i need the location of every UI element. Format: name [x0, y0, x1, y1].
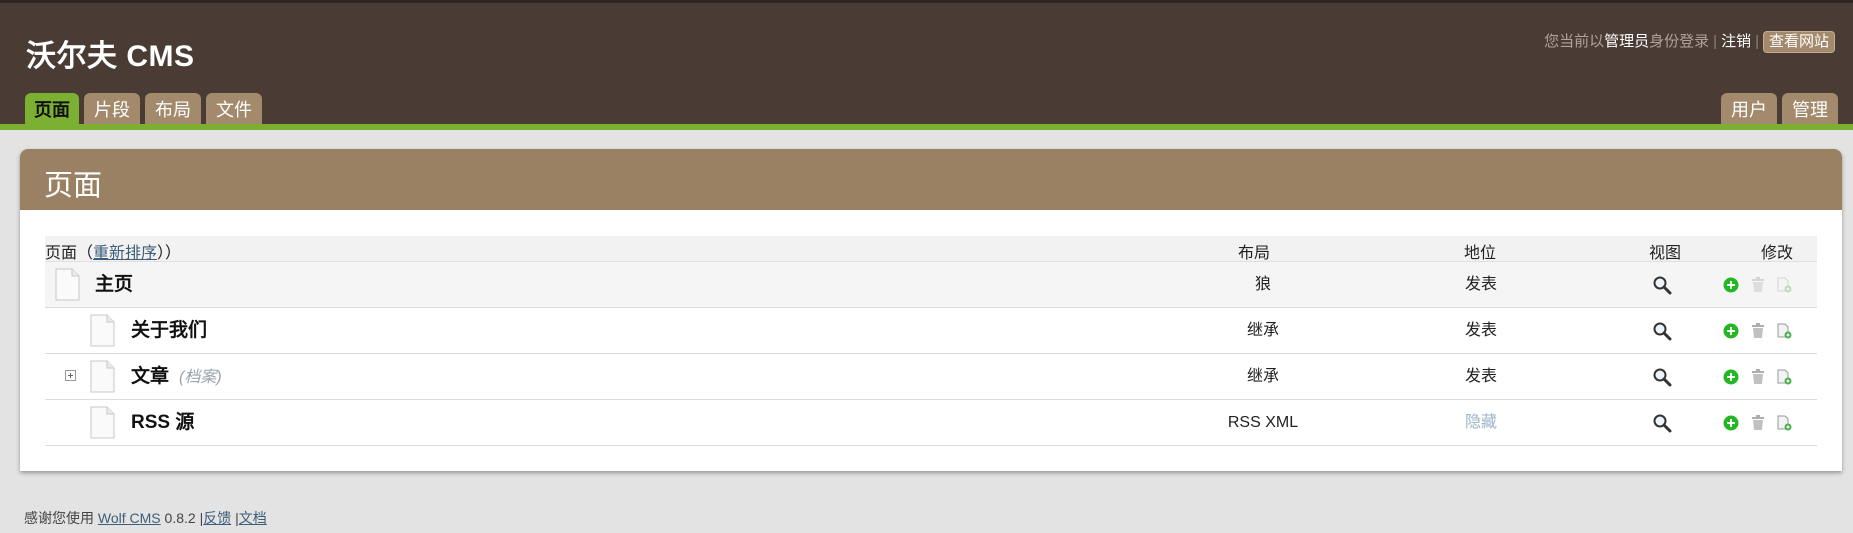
column-view: 视图 [1649, 245, 1682, 262]
logout-link[interactable]: 注销 [1721, 33, 1751, 50]
delete-icon[interactable] [1751, 323, 1767, 339]
wolf-cms-link[interactable]: Wolf CMS [98, 510, 161, 526]
expand-icon[interactable] [65, 370, 76, 381]
column-layout: 布局 [1238, 245, 1271, 262]
docs-link[interactable]: 文档 [239, 510, 267, 526]
login-prefix: 您当前以 [1544, 33, 1605, 50]
footer: 感谢您使用 Wolf CMS 0.8.2 |反馈 |文档 [24, 510, 267, 526]
copy-page-icon[interactable] [1776, 369, 1792, 385]
tab-layouts[interactable]: 布局 [145, 93, 201, 127]
column-status: 地位 [1464, 245, 1497, 262]
page-layout: RSS XML [1227, 414, 1299, 431]
add-child-icon[interactable] [1723, 415, 1739, 431]
view-site-button[interactable]: 查看网站 [1762, 31, 1835, 53]
page-name-link[interactable]: 主页 [95, 274, 133, 295]
tab-files[interactable]: 文件 [206, 93, 262, 127]
header-accent-bar [0, 124, 1853, 130]
delete-icon[interactable] [1751, 369, 1767, 385]
table-header: 页面（重新排序）） 布局 地位 视图 修改 [45, 236, 1817, 262]
table-row: RSS 源 RSS XML 隐藏 [45, 400, 1817, 446]
magnifier-icon[interactable] [1652, 367, 1672, 387]
pages-panel: 页面 页面（重新排序）） 布局 地位 视图 修改 主页狼发表 关于我们 继承 发表 文章… [20, 149, 1842, 471]
copy-page-icon[interactable] [1776, 277, 1792, 293]
header: 沃尔夫 CMS 您当前以管理员身份登录 | 注销 | 查看网站 页面 片段 布局 文件 … [0, 0, 1853, 127]
page-type-note: (档案) [179, 369, 222, 386]
add-child-icon[interactable] [1723, 369, 1739, 385]
add-child-icon[interactable] [1723, 277, 1739, 293]
tab-users[interactable]: 用户 [1721, 93, 1777, 127]
page-status: 隐藏 [1464, 414, 1497, 431]
page-icon [90, 406, 115, 439]
copy-page-icon[interactable] [1776, 323, 1792, 339]
page-icon [90, 360, 115, 393]
page-status: 发表 [1464, 368, 1497, 385]
page-layout: 继承 [1246, 322, 1279, 339]
admin-tabs: 用户 管理 [1721, 93, 1838, 127]
login-suffix: 身份登录 [1649, 33, 1710, 50]
copy-page-icon[interactable] [1776, 415, 1792, 431]
column-modify: 修改 [1761, 245, 1794, 262]
page-layout: 继承 [1246, 368, 1279, 385]
page-status: 发表 [1464, 276, 1497, 293]
magnifier-icon[interactable] [1652, 413, 1672, 433]
feedback-link[interactable]: 反馈 [203, 510, 231, 526]
page-icon [90, 314, 115, 347]
separator: | [1755, 33, 1759, 50]
page-icon [55, 268, 80, 301]
tab-pages[interactable]: 页面 [25, 93, 79, 127]
user-info: 您当前以管理员身份登录 | 注销 | 查看网站 [1544, 31, 1835, 53]
tab-admin[interactable]: 管理 [1782, 93, 1838, 127]
page-name-link[interactable]: 关于我们 [131, 320, 207, 341]
add-child-icon[interactable] [1723, 323, 1739, 339]
separator: | [1713, 33, 1718, 50]
table-row: 文章 (档案) 继承 发表 [45, 354, 1817, 400]
page-name-link[interactable]: 文章 [131, 366, 169, 387]
delete-icon[interactable] [1751, 415, 1767, 431]
reorder-link[interactable]: 重新排序 [93, 245, 157, 262]
page-name-link[interactable]: RSS 源 [131, 412, 194, 433]
panel-header: 页面 [20, 149, 1842, 210]
pages-table: 页面（重新排序）） 布局 地位 视图 修改 主页狼发表 关于我们 继承 发表 文章 (档案… [45, 236, 1817, 446]
page-layout: 狼 [1254, 276, 1271, 293]
table-row: 关于我们 继承 发表 [45, 308, 1817, 354]
magnifier-icon[interactable] [1652, 275, 1672, 295]
column-page: 页面（重新排序）） [45, 245, 182, 262]
table-row: 主页 狼 发表 [45, 262, 1817, 308]
page-title: 页面 [44, 170, 103, 202]
tab-snippets[interactable]: 片段 [84, 93, 140, 127]
main-tabs: 页面 片段 布局 文件 [25, 93, 262, 127]
site-title[interactable]: 沃尔夫 CMS [26, 31, 195, 75]
delete-icon [1751, 277, 1767, 293]
page-status: 发表 [1464, 322, 1497, 339]
user-role: 管理员 [1604, 33, 1650, 50]
magnifier-icon[interactable] [1652, 321, 1672, 341]
